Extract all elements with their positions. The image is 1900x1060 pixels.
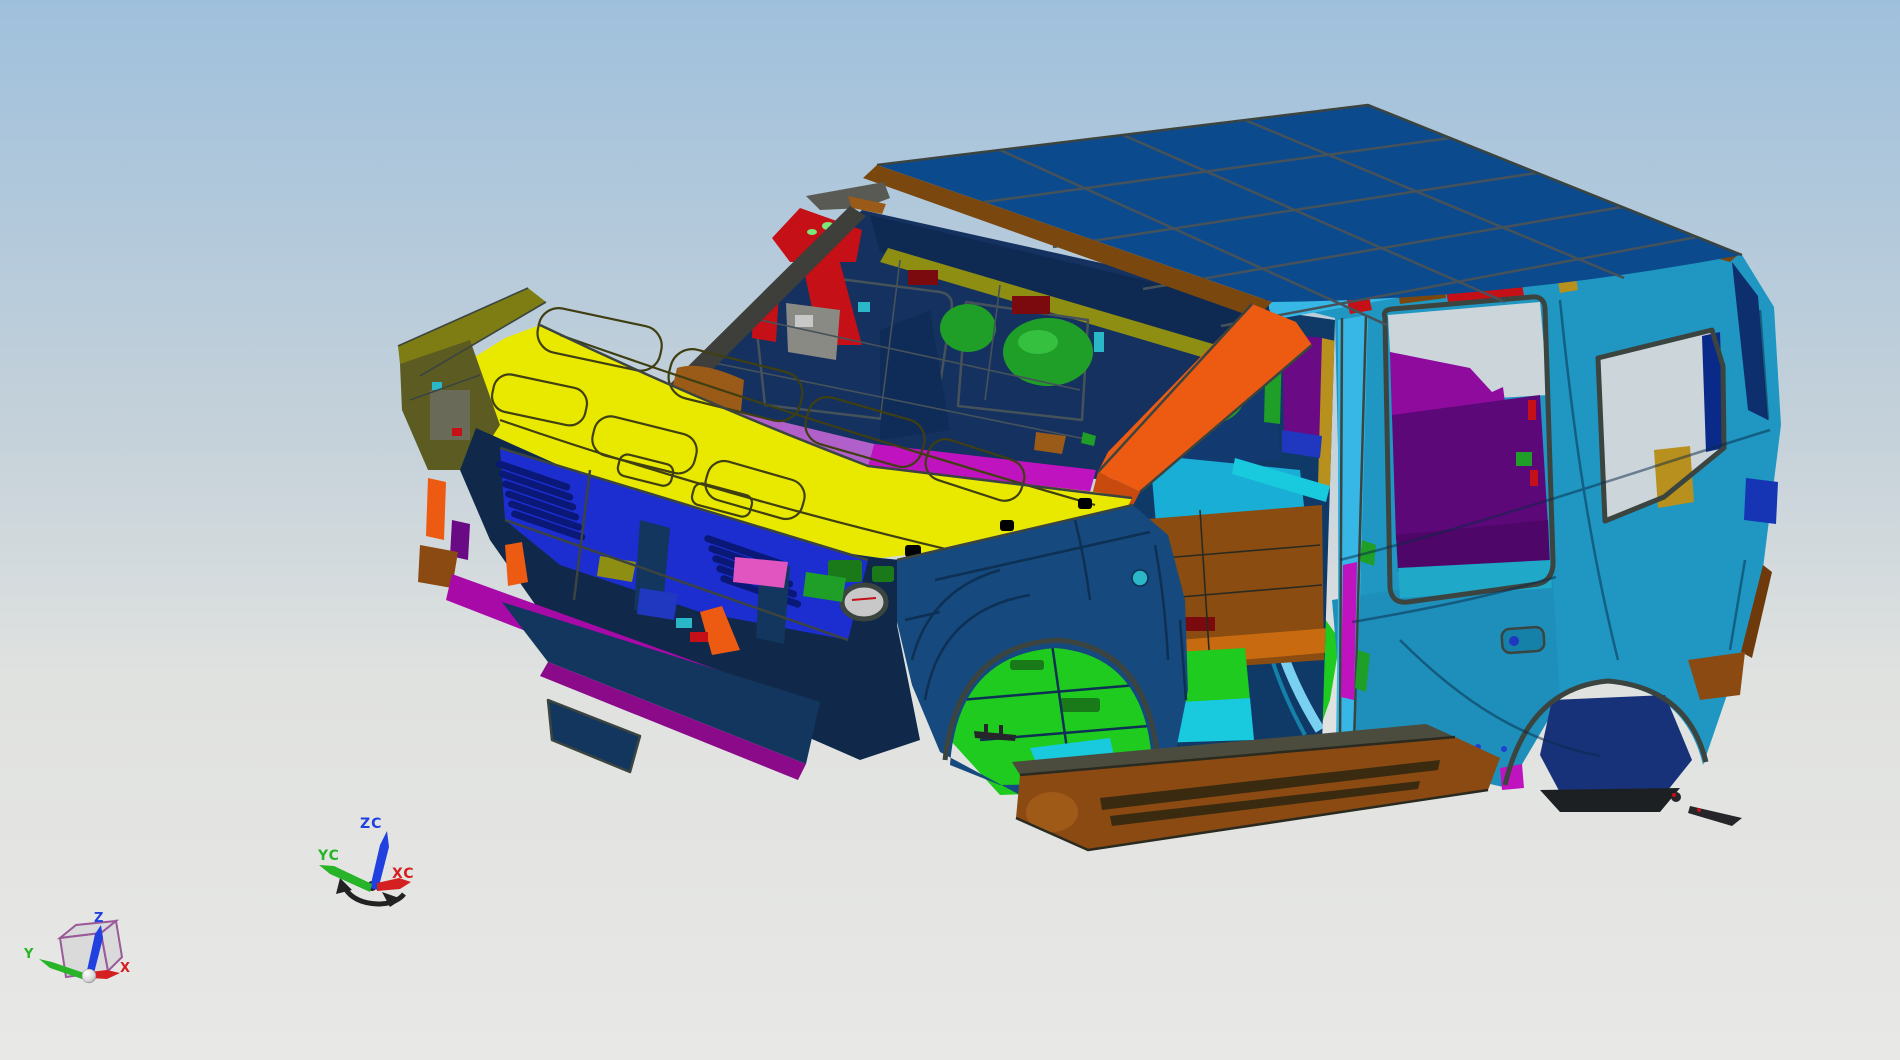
view-x-label: X (120, 961, 130, 976)
rear-door-window[interactable] (1381, 294, 1556, 605)
view-triad-origin (81, 968, 97, 984)
wcs-x-label: XC (392, 866, 415, 882)
door-handle[interactable] (1500, 625, 1546, 655)
view-z-label: Z (94, 911, 103, 926)
cad-viewport[interactable]: ZC YC XC Z Y X (0, 0, 1900, 1060)
wcs-y-label: YC (317, 848, 340, 864)
viewport-canvas[interactable]: ZC YC XC Z Y X (0, 0, 1900, 1060)
view-y-label: Y (23, 947, 34, 962)
body-side-panel[interactable] (1268, 236, 1781, 812)
wcs-z-label: ZC (360, 816, 382, 832)
